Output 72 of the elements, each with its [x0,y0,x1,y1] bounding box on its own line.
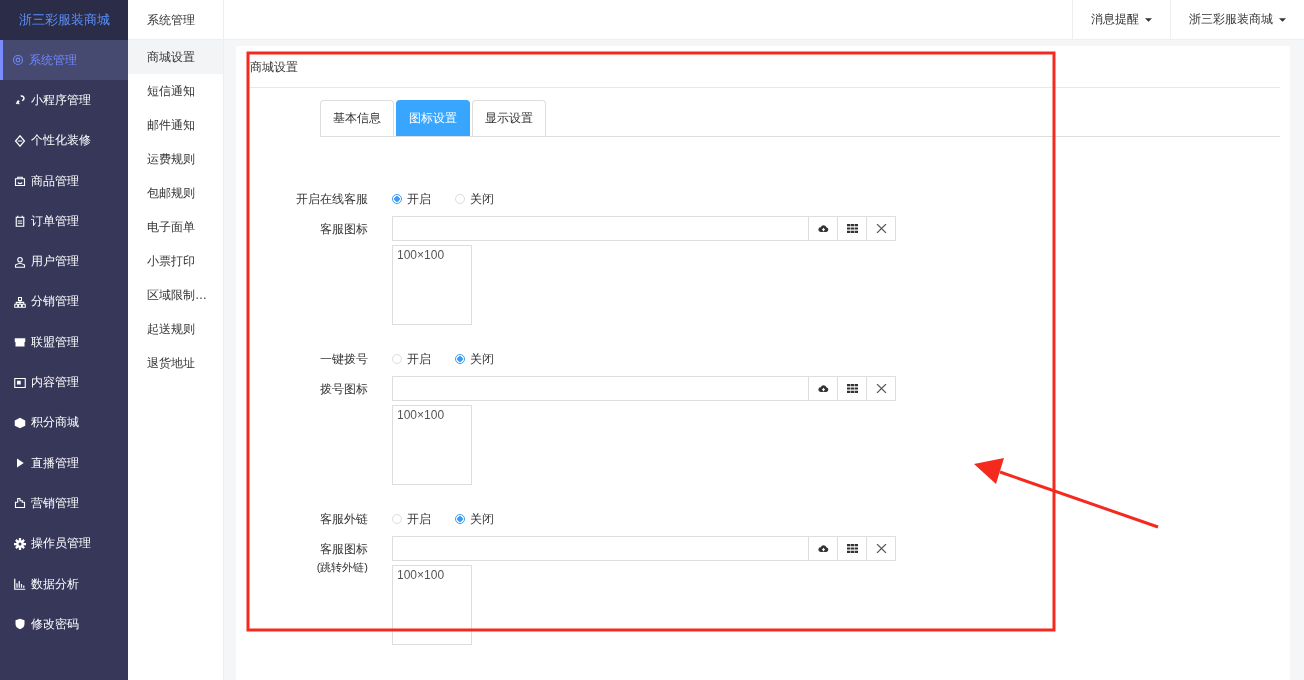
sidebar-item[interactable]: 小程序管理 [0,80,128,121]
image-url-field[interactable] [392,376,896,401]
gear-icon [12,54,24,67]
submenu-item[interactable]: 电子面单 [128,210,223,244]
diamond-icon [14,134,26,147]
app-logo: 浙三彩服装商城 [0,0,128,40]
field-label: 客服外链 [320,510,368,528]
field-label: 一键拨号 [320,350,368,368]
caret-icon [1145,17,1152,22]
submenu-item[interactable]: 短信通知 [128,74,223,108]
grid-icon [846,224,858,233]
image-url-field[interactable] [392,536,896,561]
cube-icon [14,416,26,429]
submenu-item[interactable]: 起送规则 [128,312,223,346]
grid-icon [846,384,858,393]
store-icon [14,336,26,349]
sidebar-item[interactable]: 积分商城 [0,402,128,443]
hand-icon [14,497,26,510]
preview-size-text: 100×100 [397,568,445,582]
sidebar-item[interactable]: 内容管理 [0,362,128,403]
hierarchy-icon [14,295,26,308]
field-label: 客服图标 [320,541,368,558]
close-icon [875,384,887,393]
sidebar-item[interactable]: 分销管理 [0,281,128,323]
submenu-item[interactable]: 运费规则 [128,142,223,176]
sidebar-item[interactable]: 操作员管理 [0,523,128,564]
image-url-field[interactable] [392,216,896,241]
sidebar-item[interactable]: 订单管理 [0,201,128,242]
panel-title: 商城设置 [246,46,1280,88]
radio-option[interactable]: 关闭 [455,510,494,528]
sidebar-item[interactable]: 直播管理 [0,442,128,484]
tab[interactable]: 显示设置 [472,100,546,136]
sidebar-item[interactable]: 数据分析 [0,563,128,605]
submenu-item[interactable]: 退货地址 [128,346,223,380]
cloud-upload-icon [817,384,829,393]
cloud-upload-icon [817,224,829,233]
close-icon [875,544,887,553]
submenu-item[interactable]: 邮件通知 [128,108,223,142]
bag-icon [14,175,26,188]
shield-icon [14,618,26,631]
window-icon [14,376,26,389]
sidebar-item[interactable]: 营销管理 [0,483,128,524]
radio-option[interactable]: 开启 [392,510,431,528]
submenu-item[interactable]: 包邮规则 [128,176,223,210]
sidebar-item[interactable]: 修改密码 [0,604,128,645]
close-icon [875,224,887,233]
submenu-item[interactable]: 商城设置 [128,40,223,74]
preview-size-text: 100×100 [397,248,445,262]
preview-size-text: 100×100 [397,408,445,422]
field-label: 客服图标 [320,221,368,238]
cloud-upload-icon [817,544,829,553]
field-sublabel: (跳转外链) [316,560,368,575]
play-icon [14,457,26,470]
gear-icon [14,537,26,550]
submenu-item[interactable]: 区域限制… [128,278,223,312]
sidebar-item[interactable]: 商品管理 [0,160,128,202]
tab[interactable]: 基本信息 [320,100,394,136]
field-label: 拨号图标 [320,381,368,398]
field-label: 开启在线客服 [296,190,368,208]
grid-icon [846,544,858,553]
submenu-item[interactable]: 小票打印 [128,244,223,278]
clipboard-icon [14,215,26,228]
user-icon [14,255,26,268]
radio-option[interactable]: 关闭 [455,350,494,368]
bar-chart-icon [14,578,26,590]
sidebar-item[interactable]: 个性化装修 [0,120,128,161]
sidebar-item[interactable]: 联盟管理 [0,322,128,363]
radio-option[interactable]: 关闭 [455,190,494,208]
radio-option[interactable]: 开启 [392,350,431,368]
radio-option[interactable]: 开启 [392,190,431,208]
caret-icon [1279,17,1286,22]
sidebar-item[interactable]: 用户管理 [0,241,128,282]
